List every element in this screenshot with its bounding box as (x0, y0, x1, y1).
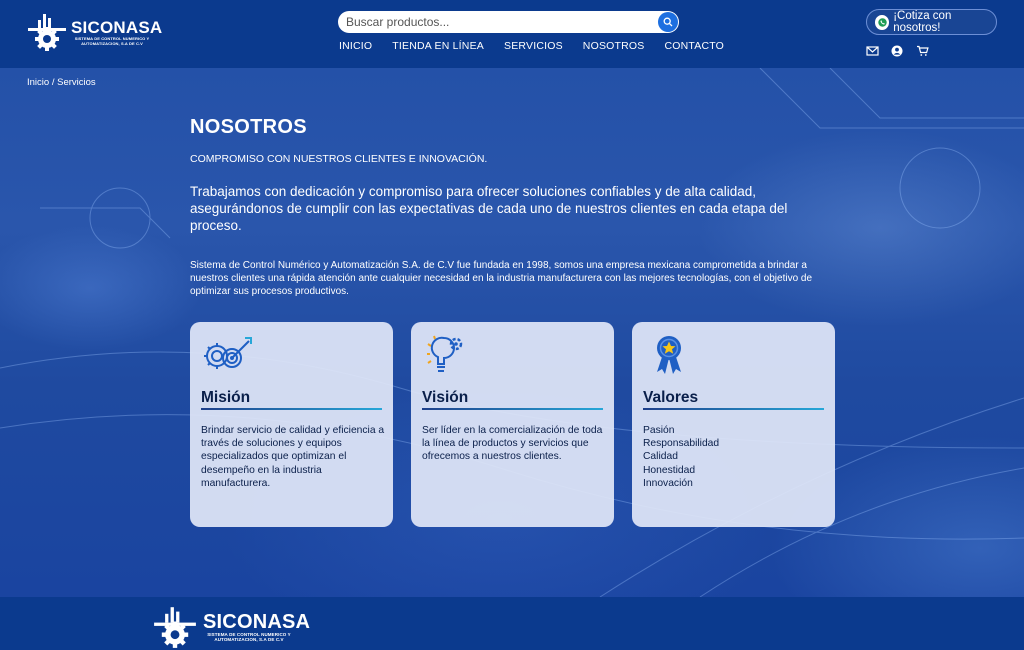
search-icon (663, 17, 673, 27)
brand-name: SICONASA (71, 17, 163, 37)
page-title: NOSOTROS (190, 116, 307, 138)
nav-item-tienda[interactable]: TIENDA EN LÍNEA (392, 40, 484, 52)
nav-item-contacto[interactable]: CONTACTO (665, 40, 725, 52)
values-card: Valores Pasión Responsabilidad Calidad H… (632, 322, 835, 527)
nav-item-inicio[interactable]: INICIO (339, 40, 372, 52)
vision-divider (422, 408, 603, 410)
list-item: Honestidad (643, 464, 696, 476)
main-nav: INICIO TIENDA EN LÍNEA SERVICIOS NOSOTRO… (339, 40, 744, 52)
page-subtitle: COMPROMISO CON NUESTROS CLIENTES E INNOV… (190, 153, 488, 165)
breadcrumb-separator: / (49, 77, 58, 88)
header-icon-bar (866, 44, 929, 57)
values-divider (643, 408, 824, 410)
mission-card: Misión Brindar servicio de calidad y efi… (190, 322, 393, 527)
vision-title: Visión (422, 389, 469, 406)
mission-text: Brindar servicio de calidad y eficiencia… (201, 425, 385, 489)
vision-text: Ser líder en la comercialización de toda… (422, 425, 603, 463)
lightbulb-gear-icon (427, 335, 463, 372)
list-item: Calidad (643, 451, 678, 463)
lead-text: Trabajamos con dedicación y compromiso p… (190, 184, 788, 233)
quote-button[interactable]: ¡Cotiza con nosotros! (866, 9, 997, 35)
footer-brand-tagline: SISTEMA DE CONTROL NUMERICO Y AUTOMATIZA… (207, 632, 291, 642)
mission-divider (201, 408, 382, 410)
whatsapp-icon (875, 14, 890, 30)
list-item: Pasión (643, 425, 675, 436)
values-title: Valores (643, 389, 699, 406)
award-ribbon-icon (657, 336, 681, 374)
cart-icon[interactable] (916, 44, 929, 56)
footer-brand-logo[interactable]: SICONASA SISTEMA DE CONTROL NUMERICO Y A… (150, 605, 310, 649)
nav-item-nosotros[interactable]: NOSOTROS (583, 40, 645, 52)
search-input[interactable] (346, 14, 646, 30)
brand-logo[interactable]: SICONASA SISTEMA DE CONTROL NUMERICO Y A… (26, 12, 162, 52)
list-item: Responsabilidad (643, 438, 720, 450)
target-gear-icon (204, 337, 252, 369)
values-list: Pasión Responsabilidad Calidad Honestida… (643, 424, 828, 490)
breadcrumb-home[interactable]: Inicio (27, 77, 49, 88)
company-description: Sistema de Control Numérico y Automatiza… (190, 260, 813, 297)
gear-logo-icon (154, 607, 196, 648)
mission-title: Misión (201, 389, 251, 406)
footer-brand-name: SICONASA (203, 611, 311, 633)
site-header: SICONASA SISTEMA DE CONTROL NUMERICO Y A… (0, 0, 1024, 68)
mail-icon[interactable] (866, 44, 879, 56)
breadcrumb-current: Servicios (57, 77, 96, 88)
vision-card: Visión Ser líder en la comercialización … (411, 322, 614, 527)
search-bar (338, 11, 679, 33)
hero-section: Inicio / Servicios NOSOTROS COMPROMISO C… (0, 68, 1024, 597)
gear-logo-icon (28, 14, 66, 51)
breadcrumb: Inicio / Servicios (27, 77, 96, 88)
nav-item-servicios[interactable]: SERVICIOS (504, 40, 563, 52)
search-button[interactable] (658, 12, 678, 32)
list-item: Innovación (643, 477, 693, 489)
user-icon[interactable] (891, 44, 904, 57)
site-footer: SICONASA SISTEMA DE CONTROL NUMERICO Y A… (0, 597, 1024, 650)
brand-tagline: SISTEMA DE CONTROL NUMERICO Y AUTOMATIZA… (74, 35, 150, 46)
quote-label: ¡Cotiza con nosotros! (893, 10, 952, 34)
